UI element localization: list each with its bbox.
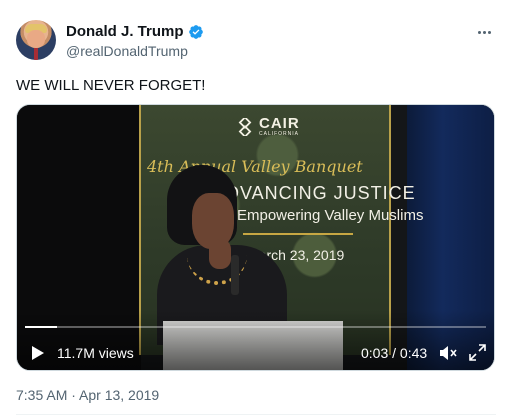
author-info: Donald J. Trump @realDonaldTrump <box>66 23 204 60</box>
banner-headline: ADVANCING JUSTICE <box>213 183 416 203</box>
avatar-face <box>27 30 45 48</box>
divider <box>16 414 496 415</box>
author-handle[interactable]: @realDonaldTrump <box>66 42 204 60</box>
video-progress-fill <box>25 326 58 328</box>
banner-logo-text: CAIR <box>259 115 300 132</box>
banner-subheadline: Empowering Valley Muslims <box>237 207 424 224</box>
video-view-count: 11.7M views <box>57 345 134 361</box>
play-icon[interactable] <box>31 345 45 361</box>
tweet-timestamp[interactable]: 7:35 AM · Apr 13, 2019 <box>16 386 159 404</box>
author-avatar[interactable] <box>16 20 56 60</box>
video-player[interactable]: CAIR CALIFORNIA 4th Annual Valley Banque… <box>16 104 495 371</box>
video-controls-overlay <box>17 310 494 370</box>
fullscreen-icon[interactable] <box>469 344 486 361</box>
tweet-text: WE WILL NEVER FORGET! <box>16 77 206 94</box>
tweet-card: Donald J. Trump @realDonaldTrump WE WILL… <box>0 0 512 416</box>
banner-divider <box>243 233 353 235</box>
speaker-hand <box>209 239 231 269</box>
more-options-icon[interactable] <box>474 22 494 42</box>
mute-icon[interactable] <box>439 345 457 361</box>
banner-logo: CAIR CALIFORNIA <box>236 115 300 137</box>
video-time: 0:03 / 0:43 <box>361 345 428 361</box>
cair-logo-icon <box>238 118 252 136</box>
avatar-tie <box>34 48 38 60</box>
video-progress-bar[interactable] <box>25 326 486 328</box>
microphone <box>231 255 239 295</box>
author-display-name[interactable]: Donald J. Trump <box>66 23 184 41</box>
verified-badge-icon <box>188 25 203 39</box>
author-name-row[interactable]: Donald J. Trump <box>66 23 204 41</box>
banner-logo-subtext: CALIFORNIA <box>259 131 300 137</box>
